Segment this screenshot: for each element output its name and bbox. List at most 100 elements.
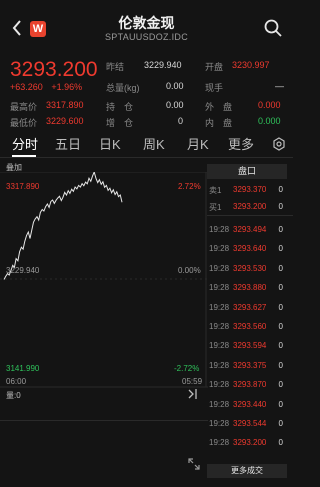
sell1-label: 卖1 — [209, 186, 222, 195]
trade-tick-row: 19:28 3293.200 0 — [207, 435, 293, 450]
trade-tick-row: 19:28 3293.530 0 — [207, 261, 293, 276]
fullscreen-icon — [188, 458, 200, 470]
hold-label: 持 仓 — [106, 102, 134, 112]
increase-label: 增 仓 — [106, 118, 134, 128]
tick-qty: 0 — [278, 283, 283, 293]
change-abs: +63.260 — [10, 82, 43, 92]
tick-price: 3293.440 — [233, 399, 267, 409]
tick-qty: 0 — [278, 263, 283, 273]
inner-value: 0.000 — [258, 116, 281, 126]
trade-tick-row: 19:28 3293.544 0 — [207, 416, 293, 431]
tick-price: 3293.880 — [233, 283, 267, 293]
trade-tick-row: 19:28 3293.375 0 — [207, 358, 293, 373]
header: W 伦敦金现 SPTAUUSDOZ.IDC — [0, 8, 293, 54]
tick-qty: 0 — [278, 244, 283, 254]
pct-mid-label: 0.00% — [178, 266, 201, 275]
tick-qty: 0 — [278, 438, 283, 448]
tick-price: 3293.544 — [233, 419, 267, 428]
low-label: 最低价 — [10, 118, 38, 128]
sell1-qty: 0 — [278, 185, 283, 194]
low-value: 3229.600 — [46, 116, 84, 126]
tick-price: 3293.640 — [233, 244, 267, 254]
open-label: 开盘 — [205, 62, 224, 72]
inner-label: 内 盘 — [205, 118, 233, 128]
y-high-label: 3317.890 — [6, 182, 40, 191]
trade-tick-row: 19:28 3293.494 0 — [207, 222, 293, 237]
change-pct: +1.96% — [51, 82, 83, 92]
tick-qty: 0 — [278, 225, 283, 234]
tab-daily-k[interactable]: 日K — [99, 134, 121, 153]
tick-qty: 0 — [278, 341, 283, 351]
expand-right-button[interactable] — [185, 388, 199, 400]
tab-weekly-k[interactable]: 周K — [143, 134, 165, 153]
tick-price: 3293.870 — [233, 380, 267, 390]
search-icon — [264, 19, 282, 37]
more-trades-button[interactable]: 更多成交 — [207, 464, 287, 478]
tick-time: 19:28 — [209, 341, 230, 351]
x-start-label: 06:00 — [6, 377, 27, 386]
tab-intraday[interactable]: 分时 — [12, 134, 38, 153]
tick-time: 19:28 — [209, 225, 230, 234]
fullscreen-button[interactable] — [188, 458, 200, 470]
prev-close-value: 3229.940 — [144, 60, 182, 70]
tick-qty: 0 — [278, 380, 283, 390]
intraday-chart[interactable]: 叠加 3317.890 2.72% 3229.940 0.00% 3141.99… — [0, 160, 208, 420]
trade-tick-row: 19:28 3293.870 0 — [207, 377, 293, 392]
y-mid-label: 3229.940 — [6, 266, 40, 275]
buy1-row: 买1 3293.200 0 — [207, 199, 293, 214]
tick-time: 19:28 — [209, 438, 230, 448]
tick-time: 19:28 — [209, 302, 230, 312]
tick-price: 3293.530 — [233, 263, 267, 273]
trade-tick-row: 19:28 3293.440 0 — [207, 397, 293, 412]
y-low-label: 3141.990 — [6, 364, 40, 373]
chart-tabs: 分时 五日 日K 周K 月K 更多 — [0, 134, 293, 157]
high-label: 最高价 — [10, 102, 38, 112]
tick-price: 3293.594 — [233, 341, 267, 351]
x-end-label: 05:59 — [182, 377, 203, 386]
sell1-price: 3293.370 — [233, 185, 267, 194]
page-title: 伦敦金现 — [118, 15, 175, 31]
tick-qty: 0 — [278, 419, 283, 428]
current-lots-label: 现手 — [205, 83, 224, 93]
high-value: 3317.890 — [46, 100, 84, 110]
tab-more[interactable]: 更多 — [228, 134, 254, 153]
tick-qty: 0 — [278, 322, 283, 331]
book-divider — [207, 215, 293, 216]
tick-time: 19:28 — [209, 399, 230, 409]
outer-label: 外 盘 — [205, 102, 233, 112]
search-button[interactable] — [263, 18, 283, 38]
buy1-qty: 0 — [278, 202, 283, 211]
tick-price: 3293.375 — [233, 360, 267, 370]
tick-time: 19:28 — [209, 283, 230, 293]
trade-tick-row: 19:28 3293.627 0 — [207, 300, 293, 315]
volume-divider — [0, 420, 208, 421]
settings-button[interactable] — [272, 137, 286, 151]
tick-price: 3293.494 — [233, 225, 267, 234]
tab-monthly-k[interactable]: 月K — [187, 134, 209, 153]
open-value: 3230.997 — [232, 60, 270, 70]
total-vol-value: 0.00 — [166, 81, 184, 91]
tick-time: 19:28 — [209, 263, 230, 273]
tick-qty: 0 — [278, 302, 283, 312]
last-price: 3293.200 — [10, 58, 98, 81]
tab-five-day[interactable]: 五日 — [55, 134, 81, 153]
pankou-button[interactable]: 盘口 — [207, 164, 287, 179]
tick-price: 3293.560 — [233, 322, 267, 331]
expand-right-icon — [188, 389, 197, 399]
quote-panel: 3293.200 +63.260 +1.96% 昨结 3229.940 开盘 3… — [0, 56, 293, 130]
buy1-price: 3293.200 — [233, 202, 267, 211]
order-book-panel: 盘口 卖1 3293.370 0 买1 3293.200 0 19:28 3293… — [207, 160, 293, 482]
trade-tick-row: 19:28 3293.594 0 — [207, 338, 293, 353]
total-vol-label: 总量(kg) — [106, 83, 140, 93]
tick-price: 3293.200 — [233, 438, 267, 448]
pct-high-label: 2.72% — [178, 182, 201, 191]
increase-value: 0 — [178, 116, 184, 126]
trade-tick-row: 19:28 3293.560 0 — [207, 319, 293, 334]
trade-tick-row: 19:28 3293.880 0 — [207, 280, 293, 295]
tabs-divider — [0, 157, 293, 158]
prev-close-label: 昨结 — [106, 62, 125, 72]
sell1-row: 卖1 3293.370 0 — [207, 182, 293, 197]
tick-time: 19:28 — [209, 244, 230, 254]
tick-time: 19:28 — [209, 322, 230, 331]
tick-price: 3293.627 — [233, 302, 267, 312]
